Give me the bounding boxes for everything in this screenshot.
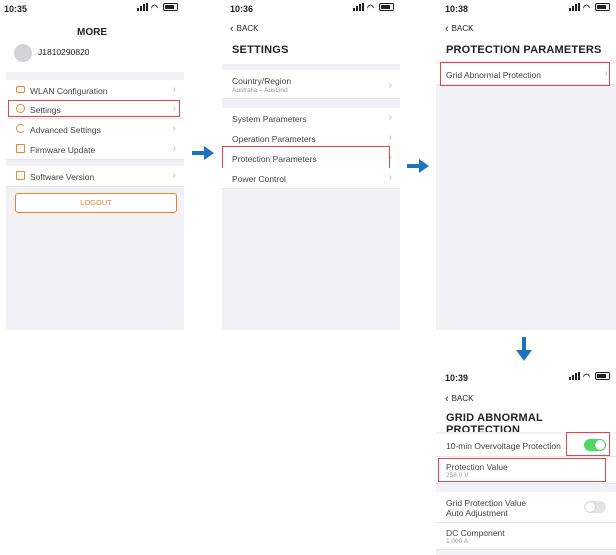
dc-component-row[interactable]: DC Component 1.000 A [436,523,616,550]
status-icons: ◠ [569,372,610,380]
country-region-label: Country/Region [232,76,292,86]
auto-adjustment-row: Grid Protection Value Auto Adjustment [436,492,616,523]
menu-item-advanced-settings[interactable]: Advanced Settings › [6,119,184,140]
battery-icon [595,3,610,11]
settings-background [222,64,400,330]
status-bar: 10:39 ◠ [436,366,616,383]
menu-item-label: WLAN Configuration [30,86,108,96]
auto-adjustment-label-line1: Grid Protection Value [446,498,527,508]
router-icon [16,86,25,93]
status-bar: 10:38 ◠ [436,0,616,14]
protection-background [436,60,616,330]
page-title: MORE [77,27,107,38]
menu-item-label: Firmware Update [30,145,96,155]
battery-icon [595,372,610,380]
menu-item-label: Software Version [30,172,95,182]
back-button[interactable]: ‹ BACK [230,22,259,35]
settings-highlight-box [8,100,180,117]
chevron-right-icon: › [172,170,176,181]
menu-item-label: Advanced Settings [30,125,101,135]
info-icon [16,171,25,180]
country-region-row[interactable]: Country/Region Australia – AusGrid › [222,70,400,99]
back-label: BACK [236,24,259,33]
chevron-left-icon: ‹ [445,22,449,35]
dc-component-label: DC Component [446,528,505,538]
auto-adjustment-label-line2: Auto Adjustment [446,508,508,518]
menu-item-wlan[interactable]: WLAN Configuration › [6,80,184,101]
logout-button[interactable]: LOGOUT [15,193,177,213]
settings-item-system-parameters[interactable]: System Parameters › [222,108,400,129]
more-screen: 10:35 ◠ MORE J1810290820 WLAN Configurat… [0,0,184,330]
auto-adjustment-toggle[interactable] [584,501,606,513]
chevron-right-icon: › [172,84,176,95]
menu-item-firmware-update[interactable]: Firmware Update › [6,139,184,160]
back-button[interactable]: ‹ BACK [445,392,474,405]
status-bar: 10:36 ◠ [220,0,400,14]
grid-abnormal-protection-screen: 10:39 ◠ ‹ BACK GRID ABNORMAL PROTECTION … [436,366,616,555]
flow-arrow-right-icon [192,146,214,160]
status-icons: ◠ [353,3,394,11]
dc-component-value: 1.000 A [446,538,469,545]
chevron-right-icon: › [388,172,392,183]
protection-parameters-screen: 10:38 ◠ ‹ BACK PROTECTION PARAMETERS Gri… [436,0,616,330]
status-time: 10:39 [445,373,469,383]
settings-item-power-control[interactable]: Power Control › [222,168,400,189]
status-time: 10:38 [445,4,469,14]
firmware-icon [16,144,25,153]
back-label: BACK [451,24,474,33]
chevron-left-icon: ‹ [445,392,449,405]
wifi-icon: ◠ [151,2,158,12]
menu-item-software-version[interactable]: Software Version › [6,166,184,187]
signal-icon [569,372,580,380]
protection-value-highlight-box-lower [438,458,606,482]
settings-item-label: System Parameters [232,114,307,124]
battery-icon [379,3,394,11]
settings-item-label: Operation Parameters [232,134,316,144]
status-bar: 10:35 ◠ [0,0,184,14]
back-label: BACK [451,394,474,403]
grid-abnormal-protection-highlight-box [440,62,610,86]
chevron-right-icon: › [388,80,392,91]
status-icons: ◠ [569,3,610,11]
signal-icon [569,3,580,11]
status-icons: ◠ [137,3,178,11]
page-title: PROTECTION PARAMETERS [446,44,602,56]
protection-parameters-highlight-box [222,146,390,170]
wifi-icon: ◠ [583,371,590,381]
signal-icon [137,3,148,11]
advanced-settings-icon [16,124,25,133]
country-region-value: Australia – AusGrid [232,87,288,94]
flow-arrow-down-icon [516,337,532,361]
chevron-right-icon: › [388,112,392,123]
page-title: SETTINGS [232,44,289,56]
chevron-right-icon: › [172,123,176,134]
user-id: J1810290820 [38,47,90,57]
chevron-right-icon: › [388,132,392,143]
protection-value-highlight-box [438,432,606,457]
settings-item-label: Power Control [232,174,286,184]
status-time: 10:35 [4,4,28,14]
signal-icon [353,3,364,11]
wifi-icon: ◠ [583,2,590,12]
status-time: 10:36 [230,4,254,14]
avatar[interactable] [14,44,32,62]
chevron-left-icon: ‹ [230,22,234,35]
chevron-right-icon: › [172,143,176,154]
settings-screen: 10:36 ◠ ‹ BACK SETTINGS Country/Region A… [220,0,400,330]
back-button[interactable]: ‹ BACK [445,22,474,35]
wifi-icon: ◠ [367,2,374,12]
battery-icon [163,3,178,11]
flow-arrow-right-icon [407,159,429,173]
toggle-knob [585,502,595,512]
